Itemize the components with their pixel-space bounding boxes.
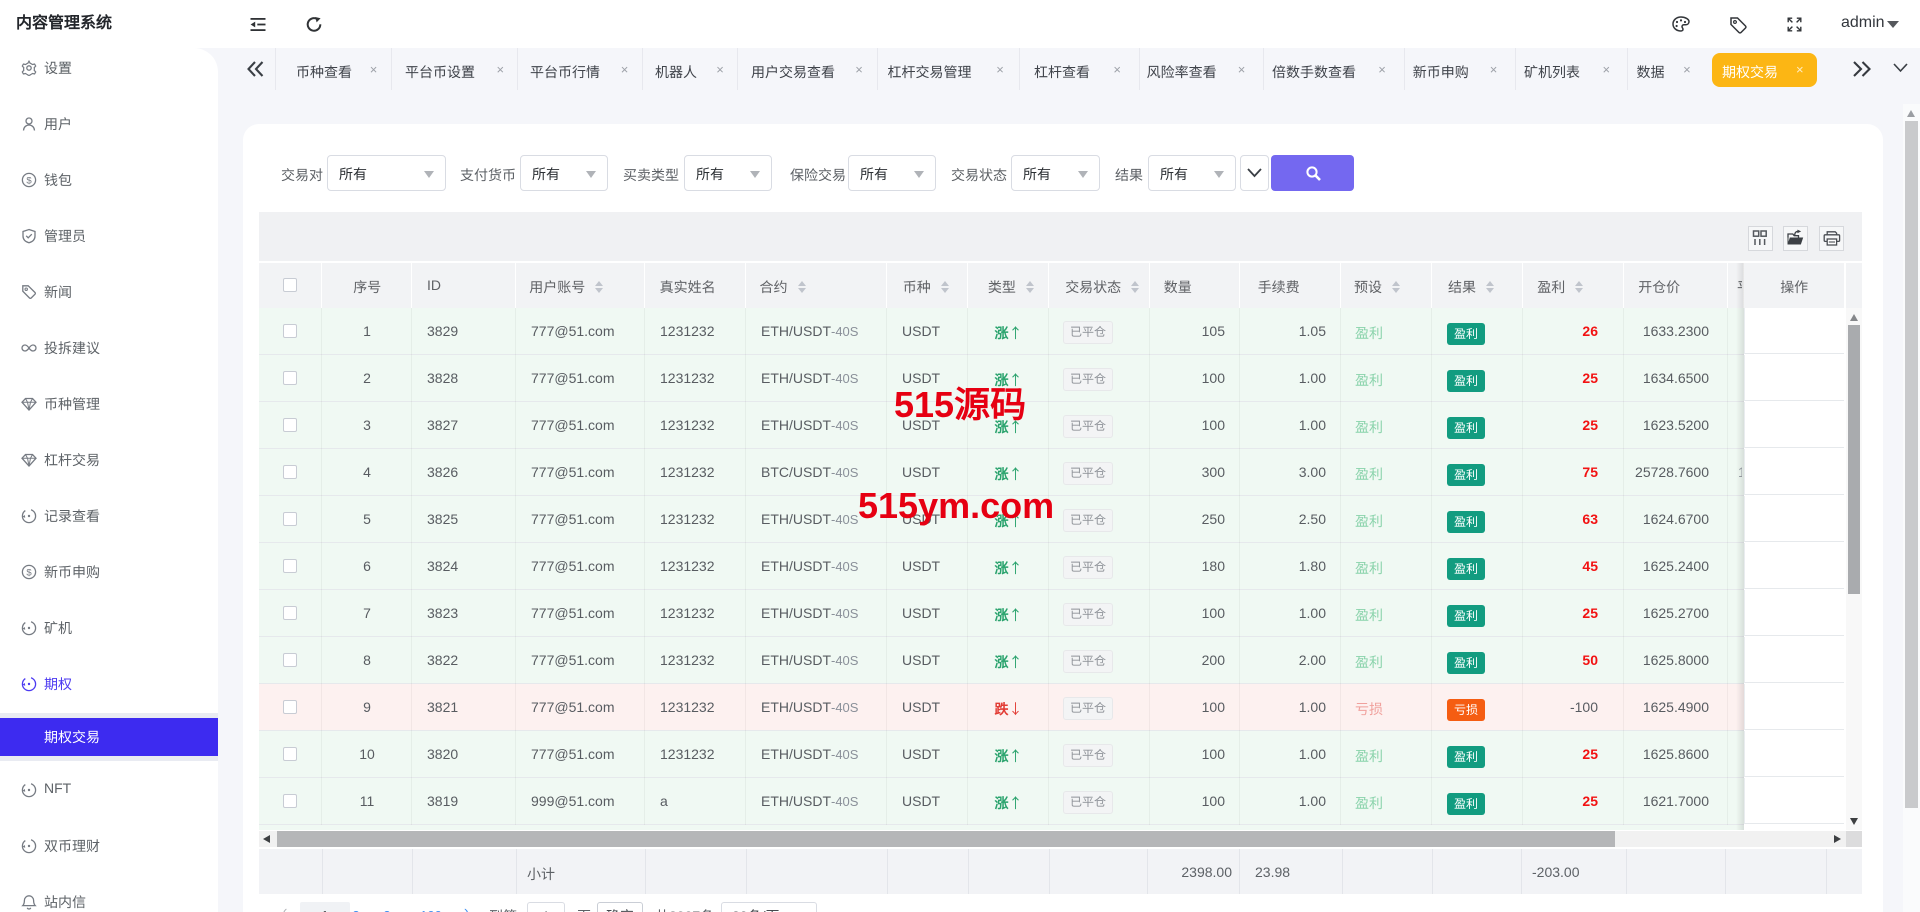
svg-text:$: $ <box>26 175 32 186</box>
svg-text:$: $ <box>26 567 32 578</box>
